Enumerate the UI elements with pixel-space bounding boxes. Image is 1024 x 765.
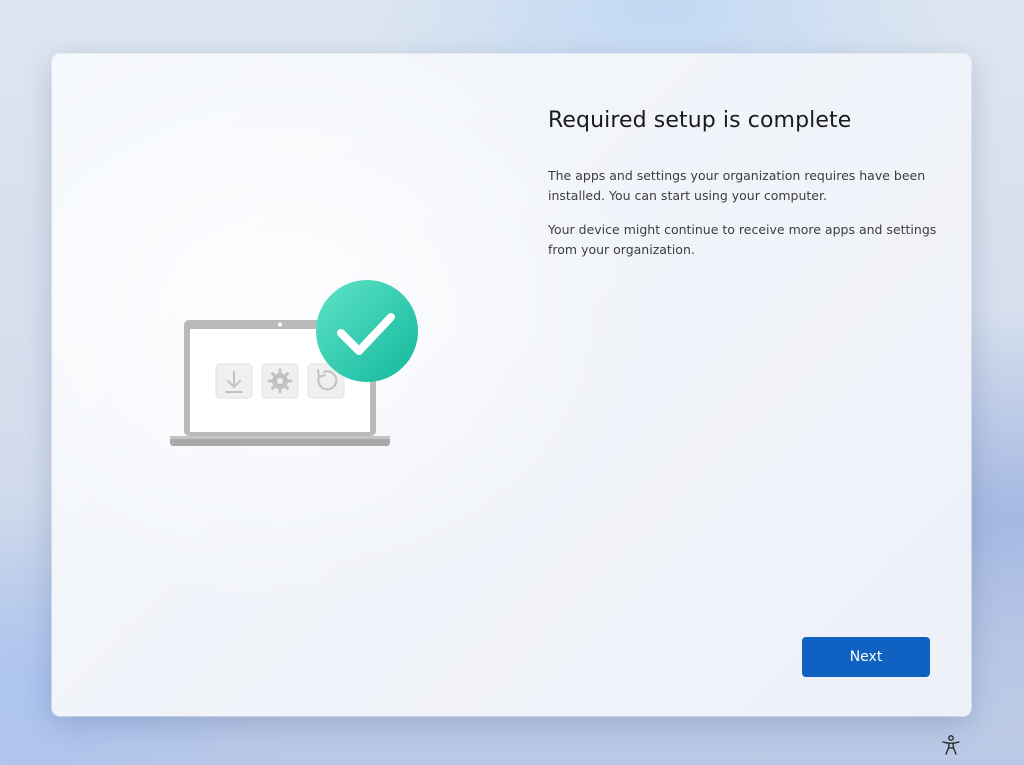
setup-complete-message: The apps and settings your organization … [548, 168, 926, 203]
continue-receiving-message: Your device might continue to receive mo… [548, 222, 937, 257]
next-button[interactable]: Next [802, 637, 930, 677]
setup-dialog: Required setup is complete The apps and … [52, 54, 971, 716]
download-icon [215, 363, 253, 399]
setup-complete-illustration [170, 280, 418, 446]
checkmark-icon [316, 280, 418, 382]
page-title: Required setup is complete [548, 108, 852, 133]
accessibility-icon[interactable] [940, 734, 962, 756]
gear-icon [261, 363, 299, 399]
